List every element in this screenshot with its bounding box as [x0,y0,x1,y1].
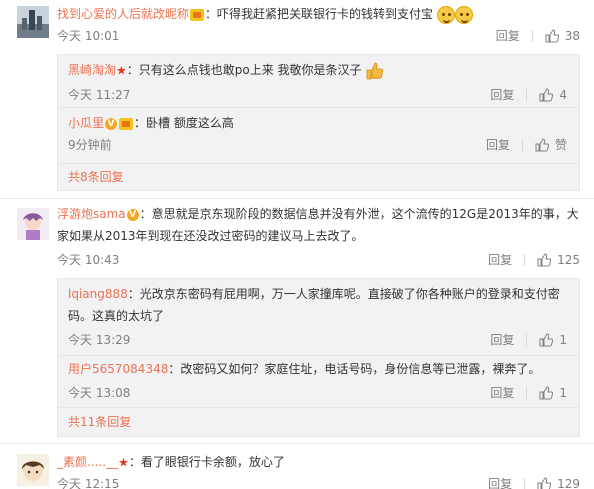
comment-meta: 今天 10:43 回复 125 [57,249,580,271]
like-button[interactable]: 1 [539,382,567,404]
comment-text: 找到心爱的人后就改昵称 ：吓得我赶紧把关联银行卡的钱转到支付宝 [57,3,580,25]
reply-text: 黑崎淘淘★：只有这么点钱也敢po上来 我敬你是条汉子 [68,59,567,82]
username-link[interactable]: lqiang888 [68,287,128,301]
timestamp: 今天 13:29 [68,333,131,347]
verified-badge-icon: V [105,117,118,130]
reply-item: lqiang888：光改京东密码有屁用啊，万一人家撞库呢。直接破了你各种账户的登… [68,283,567,351]
divider [526,334,528,346]
comment-body: ：看了眼银行卡余额，放心了 [128,455,285,469]
comment-text: 浮游炮sama V ：意思就是京东现阶段的数据信息并没有外泄，这个流传的12G是20… [57,203,580,247]
star-badge-icon: ★ [116,63,127,78]
thumbs-up-icon [535,138,549,152]
divider [524,254,526,266]
star-badge-icon: ★ [118,455,129,470]
reply-body: ：改密码又如何？家庭住址，电话号码，身份信息等已泄露，裸奔了。 [168,362,541,376]
reply-button[interactable]: 回复 [490,382,514,404]
reply-body: ：卧槽 额度这么高 [134,116,234,130]
like-button[interactable]: 129 [537,473,580,489]
avatar[interactable] [17,454,49,486]
avatar[interactable] [17,6,49,38]
like-count: 38 [564,29,580,43]
divider [521,139,523,151]
thumbs-up-emoji-icon [366,62,384,79]
reply-item: 用户5657084348：改密码又如何？家庭住址，电话号码，身份信息等已泄露，裸… [68,358,567,404]
thumbs-up-icon [537,477,552,489]
like-button[interactable]: 赞 [535,134,567,156]
username-link[interactable]: 用户5657084348 [68,362,168,376]
thumbs-up-icon [537,253,552,267]
vip-badge-icon [190,8,205,21]
comment-meta: 今天 10:01 回复 38 [57,25,580,47]
reply-thread: 黑崎淘淘★：只有这么点钱也敢po上来 我敬你是条汉子 今天 11:27 回复 4… [57,54,580,191]
comment-body: ：吓得我赶紧把关联银行卡的钱转到支付宝 [205,7,434,21]
username-link[interactable]: _素颜.....__ [57,455,118,469]
thumbs-up-icon [539,386,554,400]
comment-text: _素颜.....__★：看了眼银行卡余额，放心了 [57,451,580,474]
reply-meta: 今天 11:27 回复 4 [68,84,567,106]
cat-emoji-icon [454,5,473,24]
reply-meta: 今天 13:08 回复 1 [68,382,567,404]
more-replies-link[interactable]: 共11条回复 [68,411,131,433]
reply-text: 用户5657084348：改密码又如何？家庭住址，电话号码，身份信息等已泄露，裸… [68,358,567,380]
divider [58,163,579,164]
more-replies-link[interactable]: 共8条回复 [68,166,124,188]
thumbs-up-icon [539,333,554,347]
like-count: 129 [557,477,580,489]
divider [526,387,528,399]
divider [58,107,579,108]
like-count: 1 [559,386,567,400]
reply-text: lqiang888：光改京东密码有屁用啊，万一人家撞库呢。直接破了你各种账户的登… [68,283,567,327]
thumbs-up-icon [545,29,559,43]
divider [58,407,579,408]
timestamp: 今天 12:15 [57,477,120,489]
like-count: 1 [559,333,567,347]
cat-emoji-icon [436,5,455,24]
like-button[interactable]: 4 [539,84,567,106]
reply-item: 小瓜里 V ：卧槽 额度这么高 9分钟前 回复 赞 [68,112,567,156]
like-count: 125 [557,253,580,267]
reply-body: ：只有这么点钱也敢po上来 我敬你是条汉子 [126,63,362,77]
reply-body: ：光改京东密码有屁用啊，万一人家撞库呢。直接破了你各种账户的登录和支付密码。这真… [68,287,560,323]
avatar[interactable] [17,208,49,240]
divider [524,478,526,489]
divider [0,198,594,199]
username-link[interactable]: 小瓜里 [68,116,104,130]
username-link[interactable]: 浮游炮sama [57,207,126,221]
divider [58,355,579,356]
timestamp: 今天 13:08 [68,386,131,400]
like-button[interactable]: 1 [539,329,567,351]
timestamp: 今天 10:01 [57,29,120,43]
reply-button[interactable]: 回复 [490,84,514,106]
username-link[interactable]: 黑崎淘淘 [68,63,116,77]
like-label: 赞 [554,138,567,152]
vip-badge-icon [119,117,134,130]
timestamp: 9分钟前 [68,138,112,152]
reply-button[interactable]: 回复 [488,473,512,489]
reply-button[interactable]: 回复 [486,134,510,156]
thumbs-up-icon [539,87,554,101]
like-button[interactable]: 125 [537,249,580,271]
divider [526,88,528,101]
timestamp: 今天 10:43 [57,253,120,267]
reply-button[interactable]: 回复 [496,25,520,47]
like-button[interactable]: 38 [545,25,580,47]
like-count: 4 [559,87,567,102]
comment-meta: 今天 12:15 回复 129 [57,473,580,489]
reply-item: 黑崎淘淘★：只有这么点钱也敢po上来 我敬你是条汉子 今天 11:27 回复 4 [68,59,567,106]
reply-button[interactable]: 回复 [490,329,514,351]
reply-text: 小瓜里 V ：卧槽 额度这么高 [68,112,567,134]
verified-badge-icon: V [126,208,139,221]
reply-button[interactable]: 回复 [488,249,512,271]
username-link[interactable]: 找到心爱的人后就改昵称 [57,7,189,21]
divider [0,443,594,444]
divider [531,30,533,42]
timestamp: 今天 11:27 [68,87,131,102]
reply-meta: 9分钟前 回复 赞 [68,134,567,156]
reply-thread: lqiang888：光改京东密码有屁用啊，万一人家撞库呢。直接破了你各种账户的登… [57,278,580,437]
reply-meta: 今天 13:29 回复 1 [68,329,567,351]
